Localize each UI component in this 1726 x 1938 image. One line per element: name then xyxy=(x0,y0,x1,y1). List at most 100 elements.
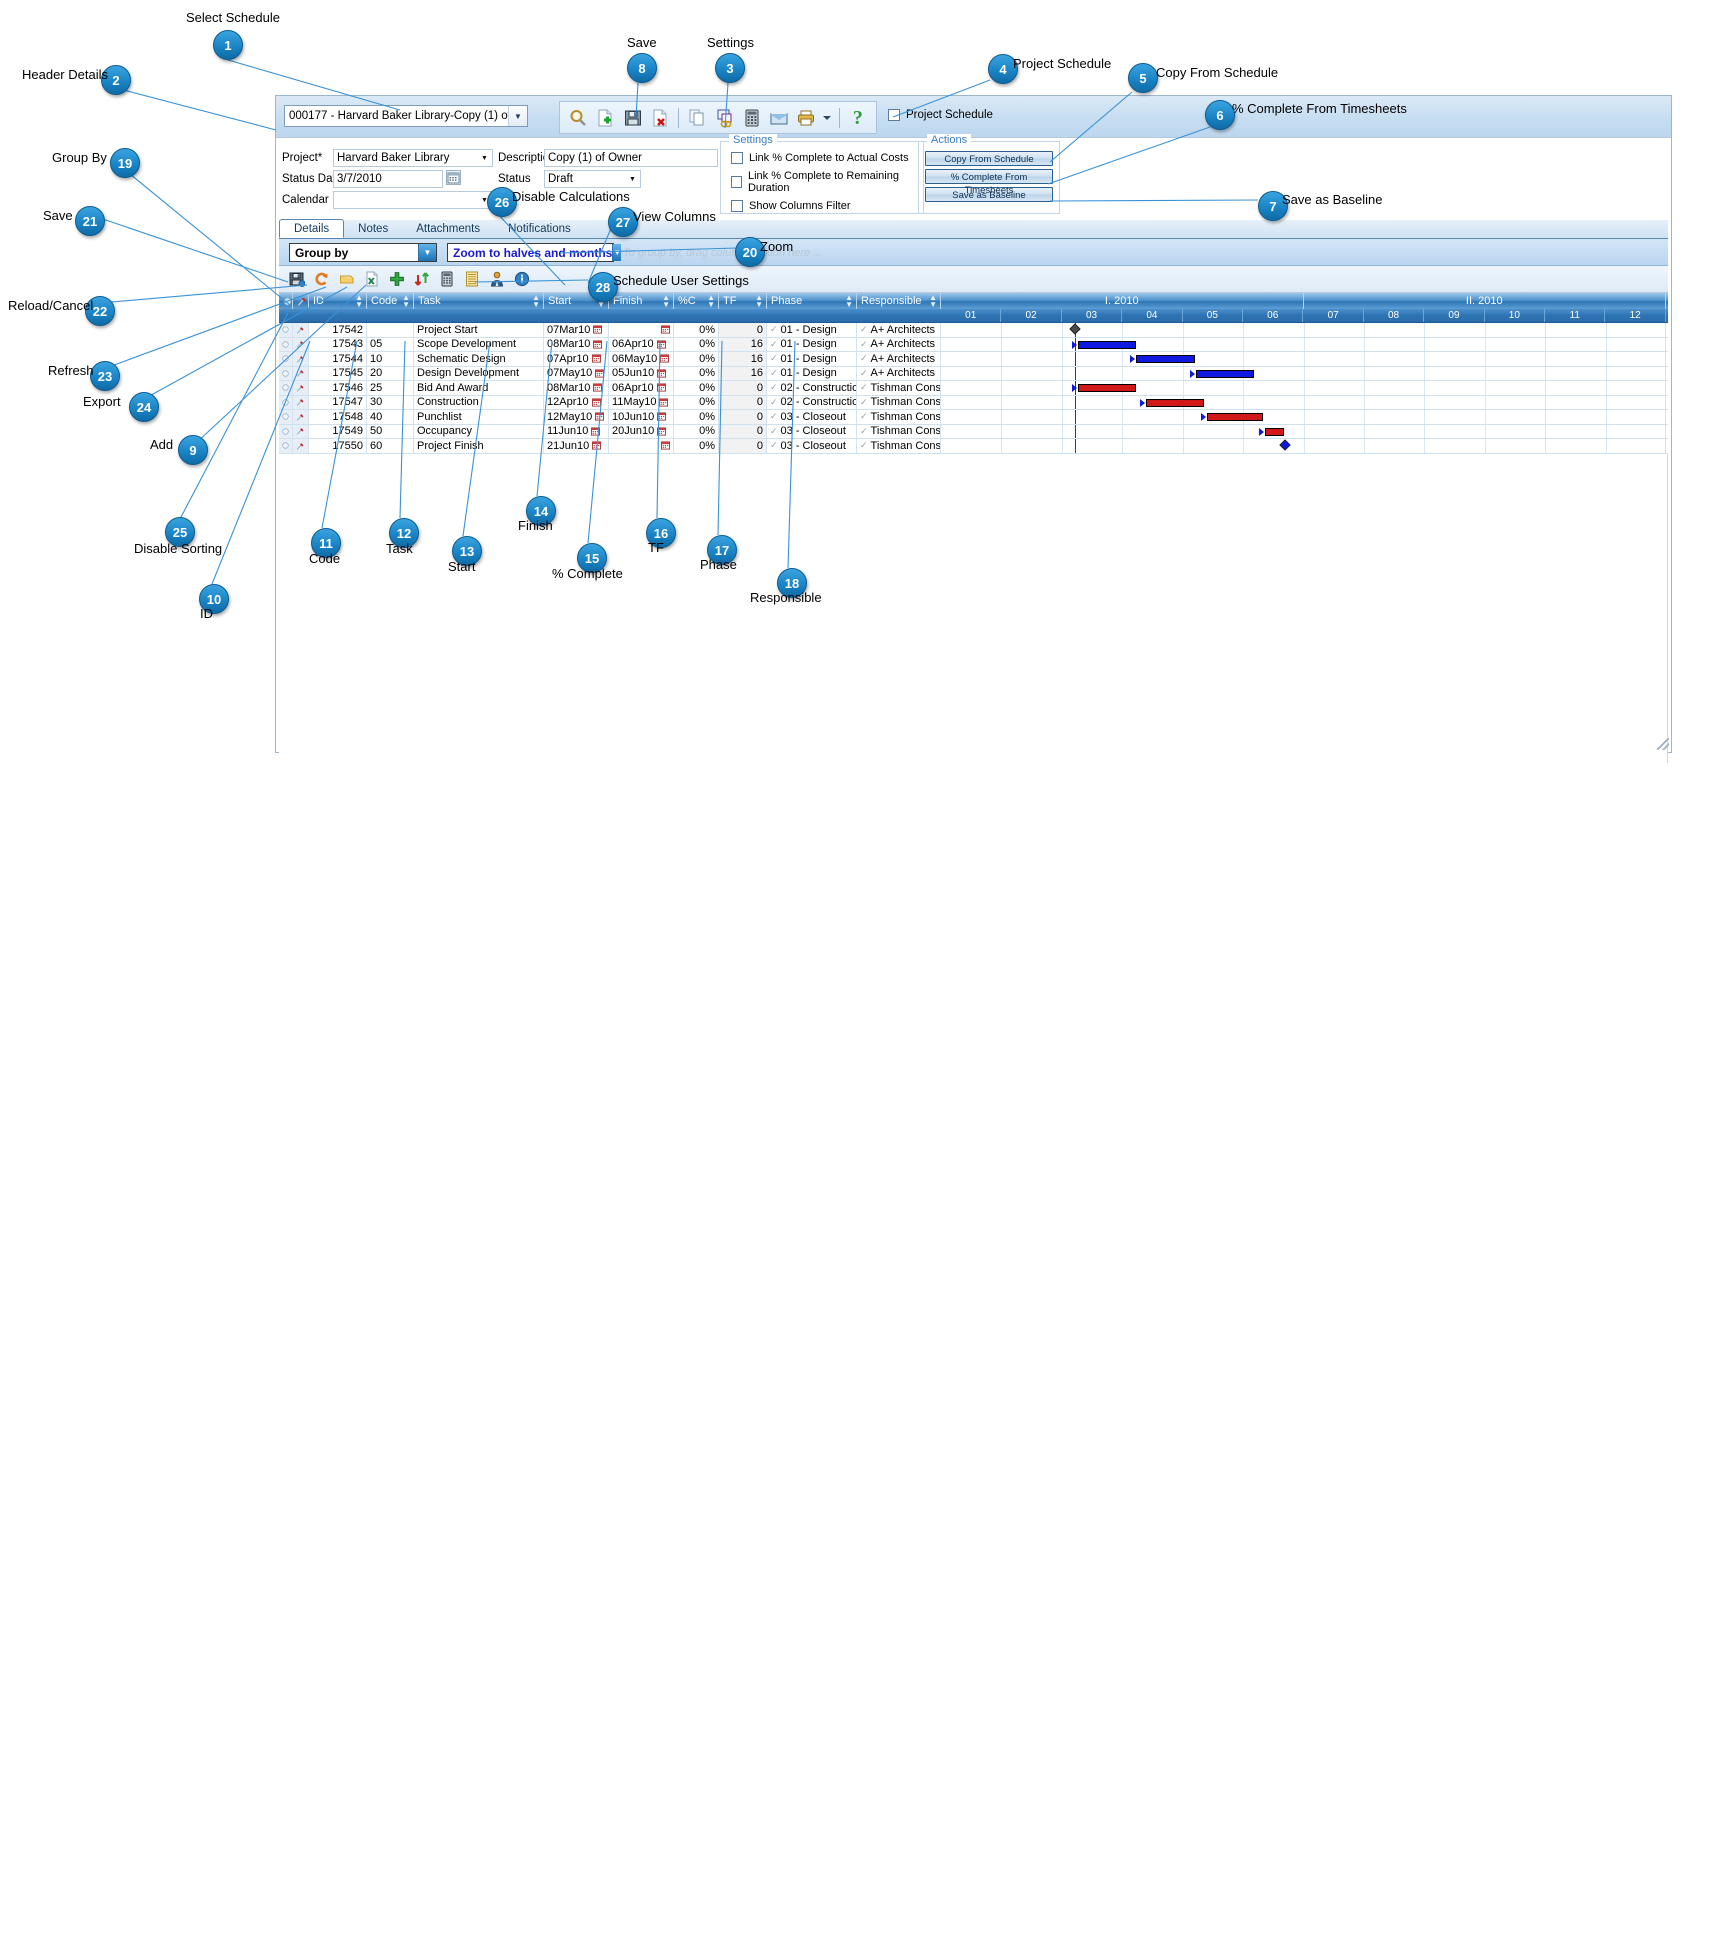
cell-task[interactable]: Project Finish xyxy=(414,439,544,453)
window-resize-handle[interactable] xyxy=(1657,738,1669,750)
chevron-down-icon[interactable]: ▼ xyxy=(418,244,436,261)
checkbox-box[interactable] xyxy=(731,200,743,212)
user-settings-icon[interactable] xyxy=(487,270,506,289)
cell-task[interactable]: Schematic Design xyxy=(414,352,544,366)
grid-col-header-del[interactable] xyxy=(293,293,309,309)
gantt-bar[interactable] xyxy=(1206,413,1264,421)
export-excel-icon[interactable] xyxy=(362,270,381,289)
project-field[interactable]: Harvard Baker Library ▼ xyxy=(333,149,493,167)
cell-pct[interactable]: 0% xyxy=(674,424,719,438)
cell-tf[interactable]: 0 xyxy=(719,381,767,395)
cell-phase[interactable]: ✓ 02 - Construction xyxy=(767,395,857,409)
row-select-cell[interactable] xyxy=(279,424,293,438)
cell-finish[interactable]: 05Jun10 xyxy=(609,366,674,380)
row-delete-icon[interactable] xyxy=(296,354,305,364)
cell-task[interactable]: Design Development xyxy=(414,366,544,380)
row-delete-icon[interactable] xyxy=(296,368,305,378)
row-select-cell[interactable] xyxy=(279,381,293,395)
cell-code[interactable]: 05 xyxy=(367,337,414,351)
project-schedule-checkbox-box[interactable] xyxy=(888,109,900,121)
gantt-bar[interactable] xyxy=(1077,340,1136,349)
cell-pct[interactable]: 0% xyxy=(674,323,719,337)
row-select-icon[interactable] xyxy=(282,441,289,450)
table-row[interactable]: 17543 05 Scope Development 08Mar10 06Apr10 0%… xyxy=(279,337,1668,352)
cell-id[interactable]: 17550 xyxy=(309,439,367,453)
cell-finish[interactable]: 06May10 xyxy=(609,352,674,366)
cell-code[interactable]: 10 xyxy=(367,352,414,366)
grid-col-header-sel[interactable] xyxy=(279,293,293,309)
row-select-cell[interactable] xyxy=(279,323,293,337)
row-select-icon[interactable] xyxy=(282,412,289,421)
table-row[interactable]: 17547 30 Construction 12Apr10 11May10 0% 0 ✓ 02 … xyxy=(279,395,1668,410)
grid-col-header-id[interactable]: ID ▲ ▼ xyxy=(309,293,367,309)
calculator-icon[interactable] xyxy=(740,105,764,131)
cell-id[interactable]: 17545 xyxy=(309,366,367,380)
cell-start[interactable]: 12Apr10 xyxy=(544,395,609,409)
cell-id[interactable]: 17548 xyxy=(309,410,367,424)
cell-pct[interactable]: 0% xyxy=(674,395,719,409)
reload-cancel-icon[interactable] xyxy=(312,270,331,289)
row-delete-icon[interactable] xyxy=(296,397,305,407)
status-field[interactable]: Draft ▼ xyxy=(544,170,641,188)
table-row[interactable]: 17550 60 Project Finish 21Jun10 0% 0 ✓ 03 - Clo… xyxy=(279,439,1668,454)
cell-responsible[interactable]: ✓ A+ Architects xyxy=(857,352,941,366)
cell-pct[interactable]: 0% xyxy=(674,381,719,395)
calendar-icon[interactable] xyxy=(656,340,666,349)
chevron-down-icon[interactable]: ▼ xyxy=(508,106,527,126)
row-delete-cell[interactable] xyxy=(293,439,309,453)
cell-finish[interactable] xyxy=(609,439,674,453)
new-doc-icon[interactable] xyxy=(593,105,617,131)
cell-code[interactable]: 30 xyxy=(367,395,414,409)
row-select-cell[interactable] xyxy=(279,352,293,366)
cell-start[interactable]: 07Apr10 xyxy=(544,352,609,366)
save-as-baseline-button[interactable]: Save as Baseline xyxy=(925,187,1053,202)
cell-finish[interactable]: 20Jun10 xyxy=(609,424,674,438)
sort-disable-icon[interactable] xyxy=(412,270,431,289)
cell-pct[interactable]: 0% xyxy=(674,366,719,380)
cell-task[interactable]: Scope Development xyxy=(414,337,544,351)
description-field[interactable]: Copy (1) of Owner xyxy=(544,149,718,167)
cell-responsible[interactable]: ✓Tishman Construc xyxy=(857,439,941,453)
grid-col-header-responsible[interactable]: Responsible ▲ ▼ xyxy=(857,293,941,309)
copy-icon[interactable] xyxy=(685,105,709,131)
cell-tf[interactable]: 0 xyxy=(719,395,767,409)
cell-responsible[interactable]: ✓ A+ Architects xyxy=(857,323,941,337)
status-date-field[interactable]: 3/7/2010 xyxy=(333,170,443,188)
save-icon[interactable] xyxy=(287,270,306,289)
cell-responsible[interactable]: ✓Tishman Construc xyxy=(857,410,941,424)
print-icon[interactable] xyxy=(794,105,818,131)
calendar-icon[interactable] xyxy=(591,427,601,436)
refresh-icon[interactable] xyxy=(337,270,356,289)
chevron-down-icon[interactable] xyxy=(822,105,833,131)
row-select-cell[interactable] xyxy=(279,410,293,424)
copy-from-schedule-button[interactable]: Copy From Schedule xyxy=(925,151,1053,166)
grid-col-header-task[interactable]: Task ▲ ▼ xyxy=(414,293,544,309)
row-delete-cell[interactable] xyxy=(293,381,309,395)
chevron-down-icon[interactable]: ▼ xyxy=(625,171,640,187)
gantt-bar[interactable] xyxy=(1146,398,1204,407)
tab-attachments[interactable]: Attachments xyxy=(402,219,494,238)
cell-pct[interactable]: 0% xyxy=(674,352,719,366)
row-select-icon[interactable] xyxy=(282,325,289,334)
tab-notes[interactable]: Notes xyxy=(344,219,402,238)
row-delete-icon[interactable] xyxy=(296,412,305,422)
cell-tf[interactable]: 16 xyxy=(719,337,767,351)
cell-start[interactable]: 07Mar10 xyxy=(544,323,609,337)
row-delete-cell[interactable] xyxy=(293,410,309,424)
cell-responsible[interactable]: ✓ A+ Architects xyxy=(857,366,941,380)
calendar-icon[interactable] xyxy=(593,383,603,392)
calendar-icon[interactable] xyxy=(661,441,670,450)
cell-responsible[interactable]: ✓Tishman Construc xyxy=(857,395,941,409)
cell-code[interactable]: 60 xyxy=(367,439,414,453)
cell-code[interactable]: 50 xyxy=(367,424,414,438)
gantt-milestone[interactable] xyxy=(1279,439,1292,451)
grid-col-header-pct[interactable]: %C ▲ ▼ xyxy=(674,293,719,309)
cell-code[interactable]: 20 xyxy=(367,366,414,380)
row-select-icon[interactable] xyxy=(282,369,289,378)
help-icon[interactable]: ? xyxy=(846,105,870,131)
row-delete-cell[interactable] xyxy=(293,366,309,380)
cell-task[interactable]: Project Start xyxy=(414,323,544,337)
cell-phase[interactable]: ✓ 01 - Design xyxy=(767,337,857,351)
row-delete-icon[interactable] xyxy=(296,325,305,335)
cell-finish[interactable]: 11May10 xyxy=(609,395,674,409)
